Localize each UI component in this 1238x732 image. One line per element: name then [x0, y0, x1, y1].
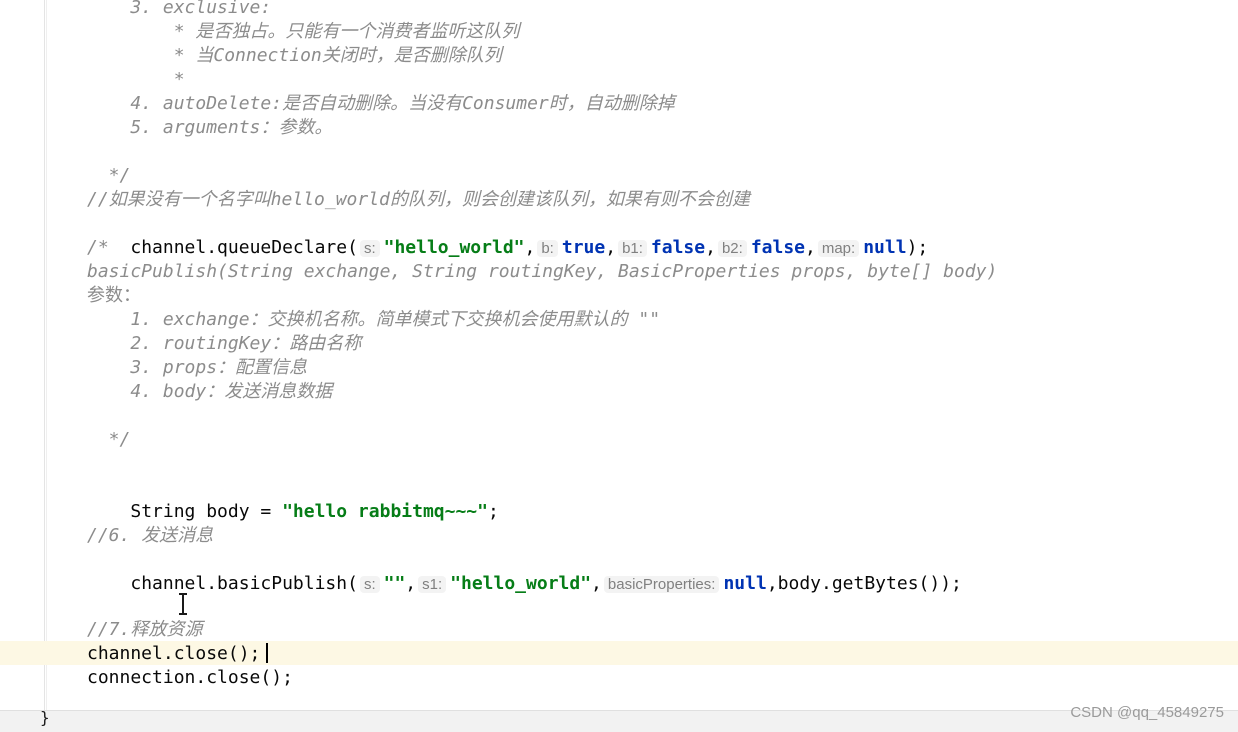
- code-comment-line: * 是否独占。只能有一个消费者监听这队列: [87, 21, 520, 42]
- code-comment-line: //6. 发送消息: [87, 525, 214, 546]
- keyword: true: [561, 237, 606, 258]
- code-comment-line: 参数：: [87, 285, 141, 306]
- code-comment-line: 4. body：发送消息数据: [87, 381, 333, 402]
- editor-gutter[interactable]: [0, 0, 45, 710]
- code-separator: ,: [524, 237, 536, 258]
- code-comment-line: /*: [87, 237, 109, 258]
- string-literal: "hello_world": [383, 237, 525, 258]
- string-literal: "hello_world": [450, 573, 592, 594]
- keyword: null: [723, 573, 767, 594]
- param-hint: b2:: [717, 240, 747, 257]
- keyword: false: [650, 237, 706, 258]
- text-caret: [266, 643, 268, 663]
- code-text: ;: [487, 501, 499, 522]
- code-line-body-decl[interactable]: String body = "hello rabbitmq~~~";: [87, 476, 498, 522]
- code-line-basic-publish[interactable]: channel.basicPublish(s: "", s1: "hello_worl…: [87, 548, 962, 594]
- i-beam-cursor-icon: [179, 593, 187, 615]
- code-text: );: [906, 237, 929, 258]
- code-line-close-connection[interactable]: connection.close();: [87, 666, 293, 690]
- code-comment-line: */: [87, 165, 131, 186]
- code-text: channel.queueDeclare(: [130, 237, 358, 258]
- code-closing-brace: }: [40, 708, 50, 727]
- param-hint: s:: [359, 576, 380, 593]
- param-hint: map:: [817, 240, 860, 257]
- gutter-divider: [46, 0, 47, 710]
- code-comment-line: basicPublish(String exchange, String rou…: [87, 261, 998, 282]
- code-comment-line: //如果没有一个名字叫hello_world的队列，则会创建该队列，如果有则不会…: [87, 189, 750, 210]
- code-separator: ,: [805, 237, 816, 258]
- param-hint: s1:: [418, 576, 447, 593]
- editor-bottom-bar: [0, 710, 1238, 732]
- keyword: false: [750, 237, 805, 258]
- code-line-close-channel[interactable]: channel.close();: [87, 642, 260, 666]
- code-comment-line: 3. exclusive:: [87, 0, 272, 18]
- param-hint: b:: [537, 240, 558, 257]
- code-comment-line: */: [87, 429, 131, 450]
- keyword: null: [863, 237, 907, 258]
- param-hint: s:: [359, 240, 380, 257]
- code-comment-line: 1. exchange：交换机名称。简单模式下交换机会使用默认的 "": [87, 309, 661, 330]
- code-text: channel.basicPublish(: [130, 573, 358, 594]
- code-comment-line: 2. routingKey：路由名称: [87, 333, 362, 354]
- code-comment-line: * 当Connection关闭时，是否删除队列: [87, 45, 502, 66]
- code-separator: ,: [605, 237, 617, 258]
- code-separator: ,: [405, 573, 417, 594]
- code-comment-line: *: [87, 69, 185, 90]
- param-hint: b1:: [618, 240, 647, 257]
- code-comment-line: 5. arguments：参数。: [87, 117, 333, 138]
- code-comment-line: 3. props：配置信息: [87, 357, 308, 378]
- string-literal: "": [383, 573, 406, 594]
- code-separator: ,: [591, 573, 602, 594]
- code-text: String body =: [130, 501, 283, 522]
- string-literal: "hello rabbitmq~~~": [282, 501, 488, 522]
- code-comment-line: //7.释放资源: [87, 619, 203, 640]
- code-line-queue-declare[interactable]: channel.queueDeclare(s: "hello_world", b: t…: [87, 212, 928, 258]
- code-text: ,body.getBytes());: [766, 573, 962, 594]
- code-comment-line: 4. autoDelete:是否自动删除。当没有Consumer时，自动删除掉: [87, 93, 675, 114]
- code-separator: ,: [705, 237, 716, 258]
- code-editor[interactable]: 3. exclusive: * 是否独占。只能有一个消费者监听这队列 * 当Co…: [0, 0, 1238, 732]
- watermark: CSDN @qq_45849275: [1070, 704, 1224, 721]
- param-hint: basicProperties:: [603, 576, 720, 593]
